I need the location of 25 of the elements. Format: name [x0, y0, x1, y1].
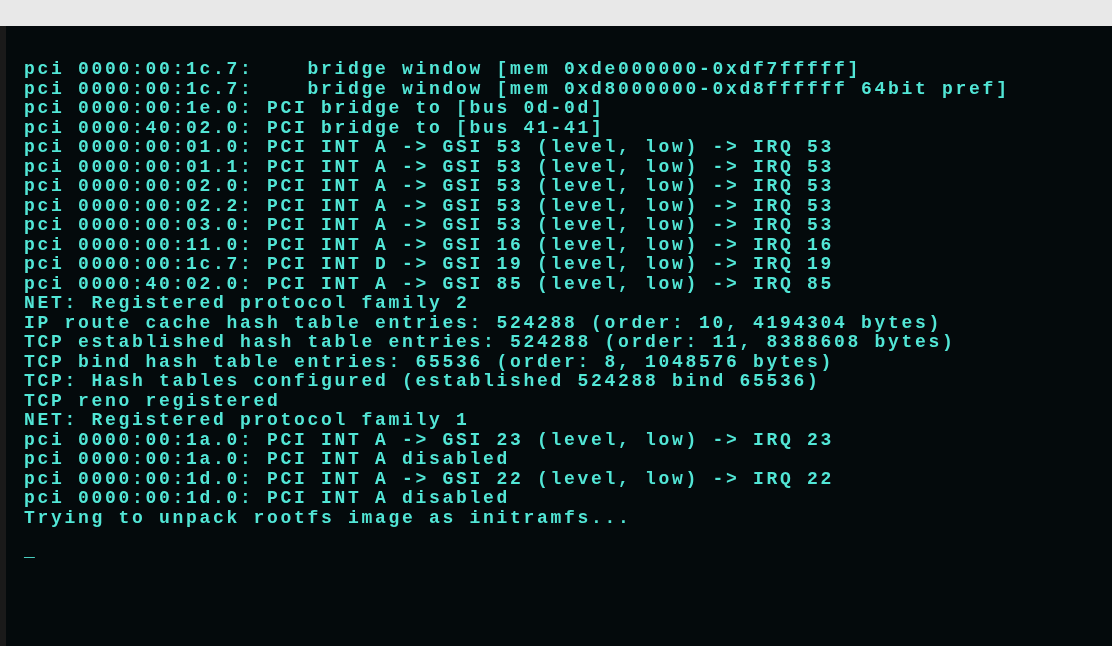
console-line: TCP bind hash table entries: 65536 (order: 8, 1048576 bytes): [24, 351, 835, 372]
text-cursor: _: [24, 541, 38, 561]
console-line: pci 0000:00:1a.0: PCI INT A disabled: [24, 449, 511, 469]
console-line: pci 0000:00:1a.0: PCI INT A -> GSI 23 (level, low) -> IRQ 23: [24, 429, 835, 450]
console-line: pci 0000:40:02.0: PCI INT A -> GSI 85 (level, low) -> IRQ 85: [24, 273, 835, 294]
console-line: pci 0000:00:01.0: PCI INT A -> GSI 53 (level, low) -> IRQ 53: [24, 137, 835, 157]
console-line: Trying to unpack rootfs image as initramfs...: [24, 507, 632, 528]
console-line: NET: Registered protocol family 2: [24, 293, 470, 313]
console-line: IP route cache hash table entries: 524288 (order: 10, 4194304 bytes): [24, 312, 943, 333]
console-line: TCP: Hash tables configured (established 524288 bind 65536): [24, 371, 821, 391]
console-line: pci 0000:00:1d.0: PCI INT A -> GSI 22 (level, low) -> IRQ 22: [24, 468, 835, 489]
console-line: pci 0000:00:11.0: PCI INT A -> GSI 16 (level, low) -> IRQ 16: [24, 234, 835, 255]
console-line: TCP established hash table entries: 524288 (order: 11, 8388608 bytes): [24, 332, 956, 352]
console-line: pci 0000:00:02.0: PCI INT A -> GSI 53 (level, low) -> IRQ 53: [24, 176, 835, 196]
console-line: pci 0000:00:01.1: PCI INT A -> GSI 53 (level, low) -> IRQ 53: [24, 156, 835, 177]
console-line: pci 0000:00:02.2: PCI INT A -> GSI 53 (level, low) -> IRQ 53: [24, 195, 835, 216]
console-line: pci 0000:00:1c.7: bridge window [mem 0xde000000-0xdf7fffff]: [24, 59, 862, 79]
console-line: pci 0000:40:02.0: PCI bridge to [bus 41-41]: [24, 117, 605, 138]
console-line: NET: Registered protocol family 1: [24, 410, 470, 430]
console-line: pci 0000:00:1e.0: PCI bridge to [bus 0d-0d]: [24, 98, 605, 118]
console-line: TCP reno registered: [24, 390, 281, 411]
console-line: pci 0000:00:1c.7: bridge window [mem 0xd8000000-0xd8ffffff 64bit pref]: [24, 78, 1010, 99]
console-line: pci 0000:00:1d.0: PCI INT A disabled: [24, 488, 511, 508]
console-line: pci 0000:00:1c.7: PCI INT D -> GSI 19 (level, low) -> IRQ 19: [24, 254, 835, 274]
console-line: pci 0000:00:03.0: PCI INT A -> GSI 53 (level, low) -> IRQ 53: [24, 215, 835, 235]
